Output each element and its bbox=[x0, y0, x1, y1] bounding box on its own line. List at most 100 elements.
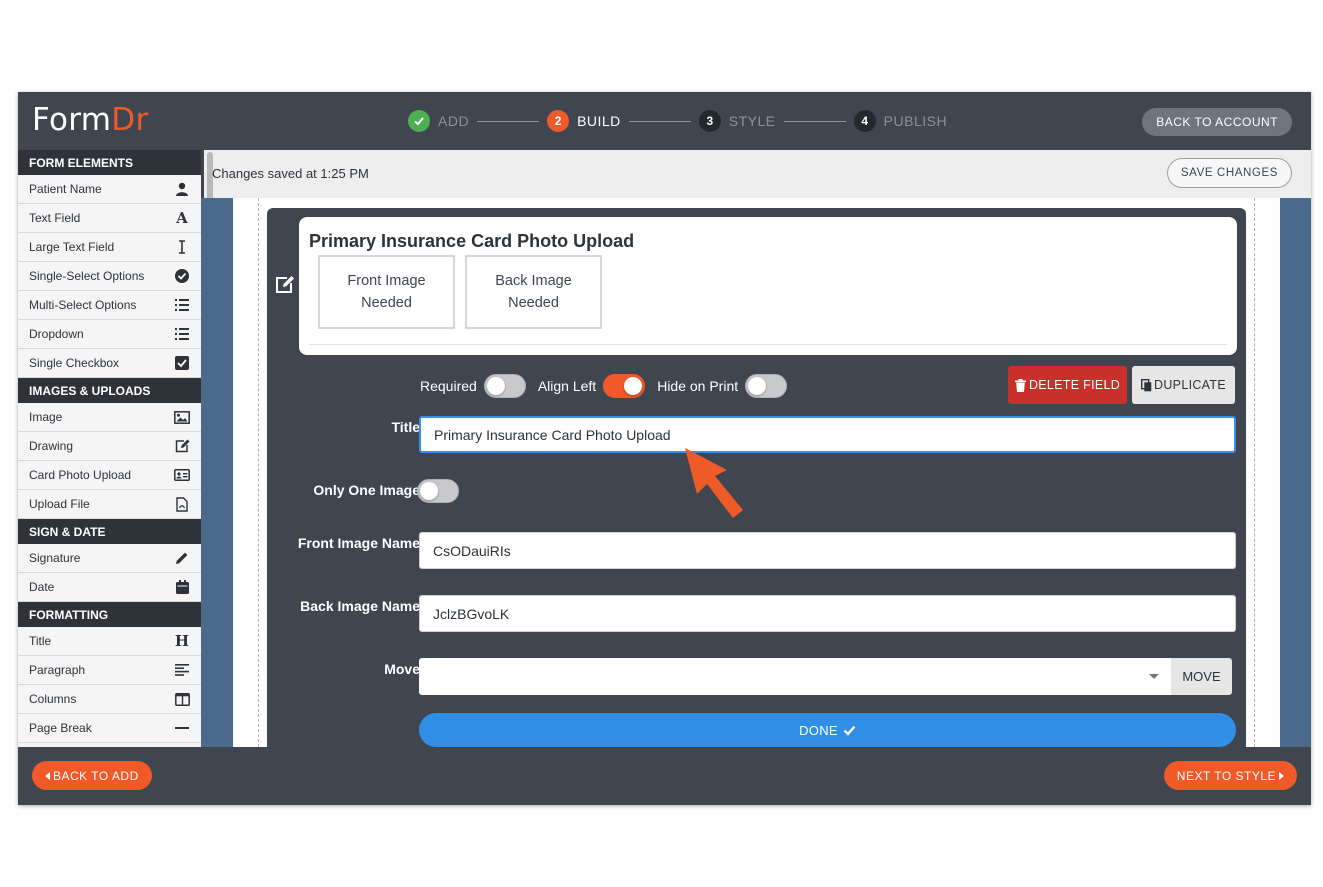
step-number: 2 bbox=[547, 110, 570, 132]
step-number: 3 bbox=[698, 110, 721, 132]
page-margin-right bbox=[1254, 198, 1255, 747]
section-sign-date: SIGN & DATE bbox=[18, 519, 201, 544]
bottom-nav-bar: BACK TO ADD NEXT TO STYLE bbox=[18, 747, 1311, 805]
step-label: ADD bbox=[438, 113, 470, 129]
duplicate-button[interactable]: DUPLICATE bbox=[1132, 366, 1235, 404]
sidebar-item-card-photo-upload[interactable]: Card Photo Upload bbox=[18, 461, 201, 490]
wizard-steps: ADD 2 BUILD 3 STYLE 4 PUBLISH bbox=[408, 109, 947, 133]
move-label: Move bbox=[384, 661, 420, 677]
form-elements-sidebar: FORM ELEMENTS Patient Name Text Field A L… bbox=[18, 150, 201, 747]
front-image-name-label: Front Image Name bbox=[297, 535, 420, 551]
sidebar-item-upload-file[interactable]: Upload File bbox=[18, 490, 201, 519]
preview-title: Primary Insurance Card Photo Upload bbox=[309, 231, 635, 251]
list-icon bbox=[174, 297, 190, 313]
back-image-name-label: Back Image Name bbox=[300, 598, 420, 614]
step-connector bbox=[628, 120, 691, 122]
sidebar-item-large-text-field[interactable]: Large Text Field bbox=[18, 233, 201, 262]
field-preview[interactable]: Primary Insurance Card Photo Upload Fron… bbox=[299, 217, 1237, 355]
save-changes-button[interactable]: SAVE CHANGES bbox=[1166, 158, 1292, 188]
align-left-toggle[interactable] bbox=[603, 374, 646, 398]
copy-icon bbox=[1141, 378, 1152, 391]
font-icon: A bbox=[176, 209, 188, 227]
step-label: STYLE bbox=[728, 113, 776, 129]
saved-status-text: Changes saved at 1:25 PM bbox=[212, 166, 369, 181]
back-to-account-button[interactable]: BACK TO ACCOUNT bbox=[1142, 108, 1292, 136]
sidebar-item-single-select[interactable]: Single-Select Options bbox=[18, 262, 201, 291]
sidebar-item-text-field[interactable]: Text Field A bbox=[18, 204, 201, 233]
only-one-image-toggle[interactable] bbox=[417, 479, 459, 503]
step-label: BUILD bbox=[577, 113, 621, 129]
sidebar-item-paragraph[interactable]: Paragraph bbox=[18, 656, 201, 685]
heading-icon: H bbox=[174, 632, 190, 650]
section-images-uploads: IMAGES & UPLOADS bbox=[18, 378, 201, 403]
field-editor-panel: Primary Insurance Card Photo Upload Fron… bbox=[267, 208, 1246, 747]
section-formatting: FORMATTING bbox=[18, 602, 201, 627]
checkbox-icon bbox=[174, 355, 190, 371]
sidebar-item-dropdown[interactable]: Dropdown bbox=[18, 320, 201, 349]
form-canvas: Primary Insurance Card Photo Upload Fron… bbox=[201, 198, 1311, 747]
check-icon bbox=[843, 725, 856, 736]
required-label: Required bbox=[420, 378, 477, 394]
sidebar-item-single-checkbox[interactable]: Single Checkbox bbox=[18, 349, 201, 378]
chevron-down-icon bbox=[1149, 674, 1159, 679]
hide-on-print-toggle[interactable] bbox=[745, 374, 788, 398]
sidebar-item-multi-select[interactable]: Multi-Select Options bbox=[18, 291, 201, 320]
move-button[interactable]: MOVE bbox=[1171, 658, 1232, 695]
move-select[interactable] bbox=[419, 658, 1171, 695]
sidebar-item-columns[interactable]: Columns bbox=[18, 685, 201, 714]
image-icon bbox=[174, 409, 190, 425]
only-one-image-label: Only One Image bbox=[313, 482, 420, 498]
align-left-label: Align Left bbox=[537, 378, 597, 394]
step-connector bbox=[783, 120, 846, 122]
step-number: 4 bbox=[853, 110, 876, 132]
sidebar-item-date[interactable]: Date bbox=[18, 573, 201, 602]
next-to-style-button[interactable]: NEXT TO STYLE bbox=[1163, 761, 1297, 790]
top-header: FormDr ADD 2 BUILD 3 STYLE 4 PUBLISH BAC… bbox=[18, 92, 1311, 150]
calendar-icon bbox=[174, 579, 190, 595]
back-to-add-button[interactable]: BACK TO ADD bbox=[32, 761, 152, 790]
edit-icon bbox=[174, 438, 190, 454]
done-button[interactable]: DONE bbox=[419, 713, 1236, 747]
preview-divider bbox=[309, 344, 1227, 345]
sidebar-item-page-break[interactable]: Page Break bbox=[18, 714, 201, 743]
step-add[interactable]: ADD bbox=[408, 110, 469, 132]
step-label: PUBLISH bbox=[883, 113, 948, 129]
user-icon bbox=[174, 181, 190, 197]
list-icon bbox=[174, 326, 190, 342]
back-image-name-input[interactable]: JclzBGvoLK bbox=[419, 595, 1236, 632]
minus-icon bbox=[174, 720, 190, 736]
text-cursor-icon bbox=[174, 239, 190, 255]
title-input[interactable]: Primary Insurance Card Photo Upload bbox=[419, 416, 1236, 453]
edit-icon[interactable] bbox=[275, 275, 295, 295]
step-build[interactable]: 2 BUILD bbox=[547, 110, 621, 132]
sidebar-item-signature[interactable]: Signature bbox=[18, 544, 201, 573]
save-status-bar: Changes saved at 1:25 PM SAVE CHANGES bbox=[212, 150, 1311, 198]
field-toggles: Required Align Left Hide on Print bbox=[420, 373, 799, 399]
check-circle-icon bbox=[174, 268, 190, 284]
step-style[interactable]: 3 STYLE bbox=[698, 110, 776, 132]
check-icon bbox=[408, 110, 430, 132]
form-page: Primary Insurance Card Photo Upload Fron… bbox=[233, 198, 1280, 747]
back-image-box[interactable]: Back Image Needed bbox=[465, 255, 602, 329]
id-card-icon bbox=[174, 467, 190, 483]
pointer-arrow-icon bbox=[685, 448, 743, 518]
file-icon bbox=[174, 496, 190, 512]
delete-field-button[interactable]: DELETE FIELD bbox=[1008, 366, 1127, 404]
required-toggle[interactable] bbox=[483, 374, 526, 398]
page-margin-left bbox=[258, 198, 259, 747]
sidebar-item-title[interactable]: Title H bbox=[18, 627, 201, 656]
front-image-box[interactable]: Front Image Needed bbox=[318, 255, 455, 329]
caret-right-icon bbox=[1279, 771, 1284, 780]
trash-icon bbox=[1014, 378, 1026, 392]
pencil-icon bbox=[174, 550, 190, 566]
sidebar-item-drawing[interactable]: Drawing bbox=[18, 432, 201, 461]
sidebar-item-patient-name[interactable]: Patient Name bbox=[18, 175, 201, 204]
title-label: Title bbox=[391, 419, 420, 435]
sidebar-item-image[interactable]: Image bbox=[18, 403, 201, 432]
step-connector bbox=[477, 120, 540, 122]
columns-icon bbox=[174, 691, 190, 707]
formdr-logo[interactable]: FormDr bbox=[32, 102, 149, 138]
align-left-icon bbox=[174, 662, 190, 678]
step-publish[interactable]: 4 PUBLISH bbox=[853, 110, 948, 132]
front-image-name-input[interactable]: CsODauiRIs bbox=[419, 532, 1236, 569]
